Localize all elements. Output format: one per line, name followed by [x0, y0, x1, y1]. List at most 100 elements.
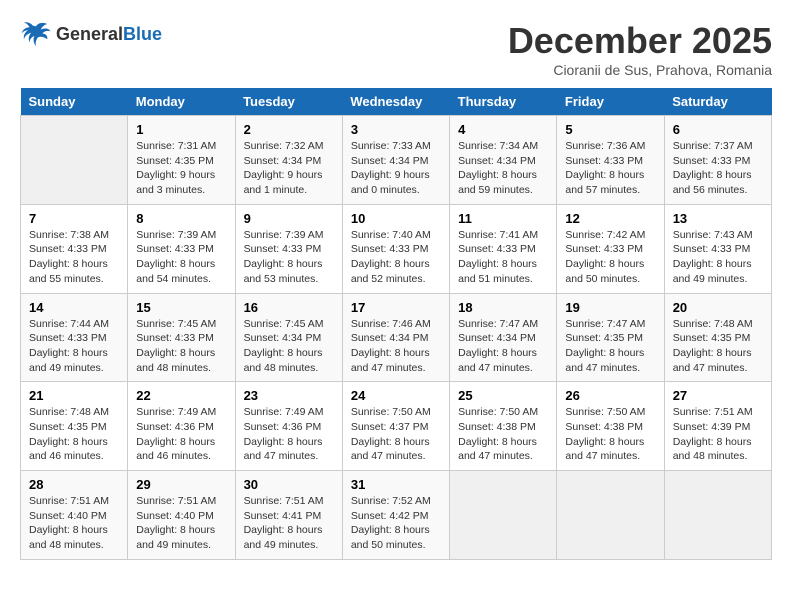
day-info: Sunrise: 7:51 AM Sunset: 4:40 PM Dayligh… — [136, 494, 226, 553]
calendar-week-row: 7 Sunrise: 7:38 AM Sunset: 4:33 PM Daylig… — [21, 204, 772, 293]
calendar-week-row: 1Sunrise: 7:31 AM Sunset: 4:35 PM Daylig… — [21, 116, 772, 205]
calendar-cell — [450, 471, 557, 560]
day-info: Sunrise: 7:34 AM Sunset: 4:34 PM Dayligh… — [458, 139, 548, 198]
page-header: GeneralBlue December 2025 Cioranii de Su… — [20, 20, 772, 78]
calendar-cell: 5 Sunrise: 7:36 AM Sunset: 4:33 PM Daylig… — [557, 116, 664, 205]
day-number: 26 — [565, 388, 655, 403]
day-info: Sunrise: 7:38 AM Sunset: 4:33 PM Dayligh… — [29, 228, 119, 287]
day-info: Sunrise: 7:50 AM Sunset: 4:38 PM Dayligh… — [565, 405, 655, 464]
day-number: 22 — [136, 388, 226, 403]
calendar-cell: 6 Sunrise: 7:37 AM Sunset: 4:33 PM Daylig… — [664, 116, 771, 205]
day-number: 21 — [29, 388, 119, 403]
day-info: Sunrise: 7:37 AM Sunset: 4:33 PM Dayligh… — [673, 139, 763, 198]
day-info: Sunrise: 7:32 AM Sunset: 4:34 PM Dayligh… — [244, 139, 334, 198]
calendar-header-row: SundayMondayTuesdayWednesdayThursdayFrid… — [21, 88, 772, 116]
month-title: December 2025 — [508, 20, 772, 62]
day-info: Sunrise: 7:44 AM Sunset: 4:33 PM Dayligh… — [29, 317, 119, 376]
day-info: Sunrise: 7:46 AM Sunset: 4:34 PM Dayligh… — [351, 317, 441, 376]
day-number: 25 — [458, 388, 548, 403]
day-info: Sunrise: 7:40 AM Sunset: 4:33 PM Dayligh… — [351, 228, 441, 287]
day-info: Sunrise: 7:42 AM Sunset: 4:33 PM Dayligh… — [565, 228, 655, 287]
header-tuesday: Tuesday — [235, 88, 342, 116]
day-info: Sunrise: 7:49 AM Sunset: 4:36 PM Dayligh… — [136, 405, 226, 464]
day-info: Sunrise: 7:41 AM Sunset: 4:33 PM Dayligh… — [458, 228, 548, 287]
calendar-cell: 31Sunrise: 7:52 AM Sunset: 4:42 PM Dayli… — [342, 471, 449, 560]
calendar-cell: 23 Sunrise: 7:49 AM Sunset: 4:36 PM Dayli… — [235, 382, 342, 471]
day-number: 2 — [244, 122, 334, 137]
header-thursday: Thursday — [450, 88, 557, 116]
day-number: 23 — [244, 388, 334, 403]
day-info: Sunrise: 7:49 AM Sunset: 4:36 PM Dayligh… — [244, 405, 334, 464]
day-number: 30 — [244, 477, 334, 492]
calendar-table: SundayMondayTuesdayWednesdayThursdayFrid… — [20, 88, 772, 560]
day-number: 10 — [351, 211, 441, 226]
day-info: Sunrise: 7:51 AM Sunset: 4:41 PM Dayligh… — [244, 494, 334, 553]
header-wednesday: Wednesday — [342, 88, 449, 116]
calendar-cell: 27 Sunrise: 7:51 AM Sunset: 4:39 PM Dayli… — [664, 382, 771, 471]
day-number: 9 — [244, 211, 334, 226]
day-number: 8 — [136, 211, 226, 226]
calendar-cell: 16 Sunrise: 7:45 AM Sunset: 4:34 PM Dayli… — [235, 293, 342, 382]
calendar-cell: 21 Sunrise: 7:48 AM Sunset: 4:35 PM Dayli… — [21, 382, 128, 471]
day-info: Sunrise: 7:45 AM Sunset: 4:34 PM Dayligh… — [244, 317, 334, 376]
calendar-cell: 13 Sunrise: 7:43 AM Sunset: 4:33 PM Dayli… — [664, 204, 771, 293]
header-monday: Monday — [128, 88, 235, 116]
day-number: 13 — [673, 211, 763, 226]
day-number: 16 — [244, 300, 334, 315]
calendar-cell: 4 Sunrise: 7:34 AM Sunset: 4:34 PM Daylig… — [450, 116, 557, 205]
location: Cioranii de Sus, Prahova, Romania — [508, 62, 772, 78]
day-number: 28 — [29, 477, 119, 492]
calendar-cell: 2 Sunrise: 7:32 AM Sunset: 4:34 PM Daylig… — [235, 116, 342, 205]
day-info: Sunrise: 7:48 AM Sunset: 4:35 PM Dayligh… — [673, 317, 763, 376]
calendar-cell: 18Sunrise: 7:47 AM Sunset: 4:34 PM Dayli… — [450, 293, 557, 382]
day-info: Sunrise: 7:45 AM Sunset: 4:33 PM Dayligh… — [136, 317, 226, 376]
calendar-cell: 19 Sunrise: 7:47 AM Sunset: 4:35 PM Dayli… — [557, 293, 664, 382]
header-saturday: Saturday — [664, 88, 771, 116]
calendar-week-row: 28 Sunrise: 7:51 AM Sunset: 4:40 PM Dayli… — [21, 471, 772, 560]
calendar-cell: 17 Sunrise: 7:46 AM Sunset: 4:34 PM Dayli… — [342, 293, 449, 382]
day-info: Sunrise: 7:51 AM Sunset: 4:39 PM Dayligh… — [673, 405, 763, 464]
day-number: 12 — [565, 211, 655, 226]
calendar-cell: 22 Sunrise: 7:49 AM Sunset: 4:36 PM Dayli… — [128, 382, 235, 471]
day-info: Sunrise: 7:47 AM Sunset: 4:34 PM Dayligh… — [458, 317, 548, 376]
calendar-cell: 12 Sunrise: 7:42 AM Sunset: 4:33 PM Dayli… — [557, 204, 664, 293]
calendar-cell — [664, 471, 771, 560]
day-number: 6 — [673, 122, 763, 137]
day-info: Sunrise: 7:31 AM Sunset: 4:35 PM Dayligh… — [136, 139, 226, 198]
logo: GeneralBlue — [20, 20, 162, 48]
calendar-cell: 25 Sunrise: 7:50 AM Sunset: 4:38 PM Dayli… — [450, 382, 557, 471]
calendar-cell: 14 Sunrise: 7:44 AM Sunset: 4:33 PM Dayli… — [21, 293, 128, 382]
day-number: 3 — [351, 122, 441, 137]
logo-bird-icon — [20, 20, 52, 48]
calendar-cell: 11 Sunrise: 7:41 AM Sunset: 4:33 PM Dayli… — [450, 204, 557, 293]
day-number: 4 — [458, 122, 548, 137]
calendar-cell: 8Sunrise: 7:39 AM Sunset: 4:33 PM Daylig… — [128, 204, 235, 293]
day-info: Sunrise: 7:36 AM Sunset: 4:33 PM Dayligh… — [565, 139, 655, 198]
day-number: 24 — [351, 388, 441, 403]
calendar-cell: 30 Sunrise: 7:51 AM Sunset: 4:41 PM Dayli… — [235, 471, 342, 560]
calendar-cell: 9Sunrise: 7:39 AM Sunset: 4:33 PM Daylig… — [235, 204, 342, 293]
day-number: 7 — [29, 211, 119, 226]
day-number: 19 — [565, 300, 655, 315]
logo-text: GeneralBlue — [56, 24, 162, 45]
calendar-week-row: 14 Sunrise: 7:44 AM Sunset: 4:33 PM Dayli… — [21, 293, 772, 382]
day-info: Sunrise: 7:50 AM Sunset: 4:38 PM Dayligh… — [458, 405, 548, 464]
day-number: 11 — [458, 211, 548, 226]
day-info: Sunrise: 7:43 AM Sunset: 4:33 PM Dayligh… — [673, 228, 763, 287]
header-sunday: Sunday — [21, 88, 128, 116]
day-info: Sunrise: 7:47 AM Sunset: 4:35 PM Dayligh… — [565, 317, 655, 376]
day-number: 5 — [565, 122, 655, 137]
calendar-week-row: 21 Sunrise: 7:48 AM Sunset: 4:35 PM Dayli… — [21, 382, 772, 471]
day-number: 17 — [351, 300, 441, 315]
day-info: Sunrise: 7:48 AM Sunset: 4:35 PM Dayligh… — [29, 405, 119, 464]
calendar-cell — [21, 116, 128, 205]
day-number: 31 — [351, 477, 441, 492]
day-number: 27 — [673, 388, 763, 403]
day-number: 14 — [29, 300, 119, 315]
day-info: Sunrise: 7:50 AM Sunset: 4:37 PM Dayligh… — [351, 405, 441, 464]
header-friday: Friday — [557, 88, 664, 116]
title-block: December 2025 Cioranii de Sus, Prahova, … — [508, 20, 772, 78]
calendar-cell: 10 Sunrise: 7:40 AM Sunset: 4:33 PM Dayli… — [342, 204, 449, 293]
calendar-cell — [557, 471, 664, 560]
day-info: Sunrise: 7:51 AM Sunset: 4:40 PM Dayligh… — [29, 494, 119, 553]
